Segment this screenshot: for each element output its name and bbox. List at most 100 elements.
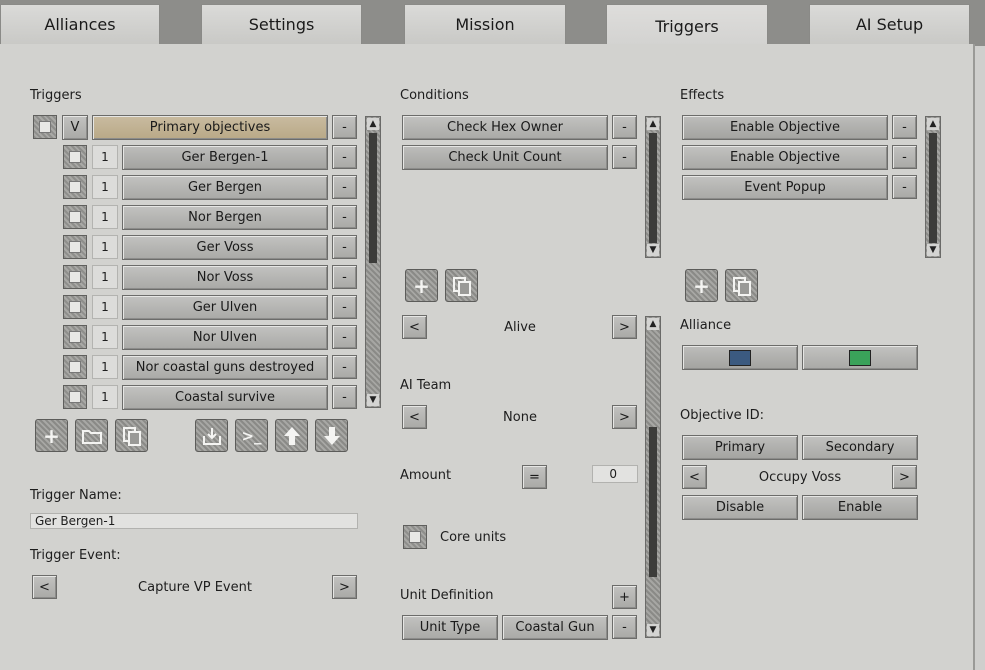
group-expand-button[interactable]: V [62,115,88,140]
remove-trigger-button[interactable]: - [332,325,357,349]
scroll-down-icon[interactable]: ▼ [647,624,659,636]
trigger-checkbox[interactable] [63,175,87,199]
scroll-up-icon[interactable]: ▲ [647,118,659,130]
scroll-up-icon[interactable]: ▲ [367,118,379,130]
trigger-item[interactable]: Ger Bergen-1 [122,145,328,170]
enable-button[interactable]: Enable [802,495,918,520]
remove-trigger-button[interactable]: - [332,355,357,379]
remove-unit-definition-button[interactable]: - [612,615,637,639]
event-prev-button[interactable]: < [32,575,57,599]
objective-prev-button[interactable]: < [682,465,707,489]
trigger-item[interactable]: Ger Ulven [122,295,328,320]
trigger-item[interactable]: Ger Voss [122,235,328,260]
alive-next-button[interactable]: > [612,315,637,339]
trigger-checkbox[interactable] [63,205,87,229]
trigger-item[interactable]: Ger Bergen [122,175,328,200]
effects-scrollbar[interactable]: ▲ ▼ [925,116,941,258]
move-up-button[interactable] [275,419,308,452]
unit-type-button[interactable]: Unit Type [402,615,498,640]
ai-team-next-button[interactable]: > [612,405,637,429]
amount-operator-button[interactable]: = [522,465,547,489]
remove-trigger-button[interactable]: - [332,265,357,289]
trigger-count: 1 [92,385,118,409]
scroll-up-icon[interactable]: ▲ [647,318,659,330]
triggers-scrollbar[interactable]: ▲ ▼ [365,116,381,408]
trigger-checkbox[interactable] [63,145,87,169]
add-unit-definition-button[interactable]: + [612,585,637,609]
trigger-item[interactable]: Coastal survive [122,385,328,410]
tab-ai-setup[interactable]: AI Setup [809,4,970,44]
add-folder-button[interactable] [75,419,108,452]
disable-button[interactable]: Disable [682,495,798,520]
scroll-up-icon[interactable]: ▲ [927,118,939,130]
scroll-down-icon[interactable]: ▼ [647,244,659,256]
trigger-checkbox[interactable] [63,385,87,409]
secondary-button[interactable]: Secondary [802,435,918,460]
trigger-item[interactable]: Nor coastal guns destroyed [122,355,328,380]
group-checkbox[interactable] [33,115,57,139]
remove-effect-button[interactable]: - [892,145,917,169]
trigger-checkbox[interactable] [63,355,87,379]
trigger-item[interactable]: Nor Ulven [122,325,328,350]
remove-group-button[interactable]: - [332,115,357,139]
trigger-group-primary[interactable]: Primary objectives [92,115,328,140]
trigger-checkbox[interactable] [63,265,87,289]
remove-trigger-button[interactable]: - [332,205,357,229]
effect-item[interactable]: Enable Objective [682,145,888,170]
trigger-checkbox[interactable] [63,295,87,319]
scroll-thumb[interactable] [929,133,937,243]
add-effect-button[interactable]: + [685,269,718,302]
import-button[interactable] [195,419,228,452]
remove-trigger-button[interactable]: - [332,145,357,169]
tab-alliances[interactable]: Alliances [0,4,160,44]
remove-trigger-button[interactable]: - [332,385,357,409]
scroll-down-icon[interactable]: ▼ [927,244,939,256]
alive-prev-button[interactable]: < [402,315,427,339]
effect-item[interactable]: Enable Objective [682,115,888,140]
condition-details-scrollbar[interactable]: ▲ ▼ [645,316,661,638]
trigger-item[interactable]: Nor Voss [122,265,328,290]
effect-item[interactable]: Event Popup [682,175,888,200]
trigger-checkbox[interactable] [63,325,87,349]
core-units-checkbox[interactable] [403,525,427,549]
add-trigger-button[interactable]: + [35,419,68,452]
copy-effect-button[interactable] [725,269,758,302]
condition-item[interactable]: Check Unit Count [402,145,608,170]
trigger-checkbox[interactable] [63,235,87,259]
remove-trigger-button[interactable]: - [332,235,357,259]
unit-type-value-button[interactable]: Coastal Gun [502,615,608,640]
ai-team-prev-button[interactable]: < [402,405,427,429]
conditions-scrollbar[interactable]: ▲ ▼ [645,116,661,258]
console-button[interactable]: >_ [235,419,268,452]
trigger-name-label: Trigger Name: [30,488,122,503]
add-condition-button[interactable]: + [405,269,438,302]
remove-effect-button[interactable]: - [892,175,917,199]
alliance-2-button[interactable] [802,345,918,370]
trigger-name-input[interactable]: Ger Bergen-1 [30,513,358,529]
remove-effect-button[interactable]: - [892,115,917,139]
scroll-thumb[interactable] [649,427,657,577]
scroll-thumb[interactable] [649,133,657,243]
trigger-count: 1 [92,265,118,289]
remove-trigger-button[interactable]: - [332,175,357,199]
remove-condition-button[interactable]: - [612,145,637,169]
scroll-down-icon[interactable]: ▼ [367,394,379,406]
move-down-button[interactable] [315,419,348,452]
trigger-item[interactable]: Nor Bergen [122,205,328,230]
scroll-thumb[interactable] [369,133,377,263]
condition-item[interactable]: Check Hex Owner [402,115,608,140]
event-next-button[interactable]: > [332,575,357,599]
tab-triggers[interactable]: Triggers [606,4,768,48]
objective-next-button[interactable]: > [892,465,917,489]
tab-mission[interactable]: Mission [404,4,566,44]
remove-condition-button[interactable]: - [612,115,637,139]
copy-condition-button[interactable] [445,269,478,302]
primary-button[interactable]: Primary [682,435,798,460]
remove-trigger-button[interactable]: - [332,295,357,319]
conditions-heading: Conditions [400,88,469,103]
copy-trigger-button[interactable] [115,419,148,452]
alliance-1-button[interactable] [682,345,798,370]
trigger-event-label: Trigger Event: [30,548,121,563]
amount-input[interactable]: 0 [592,465,638,483]
tab-settings[interactable]: Settings [201,4,362,44]
